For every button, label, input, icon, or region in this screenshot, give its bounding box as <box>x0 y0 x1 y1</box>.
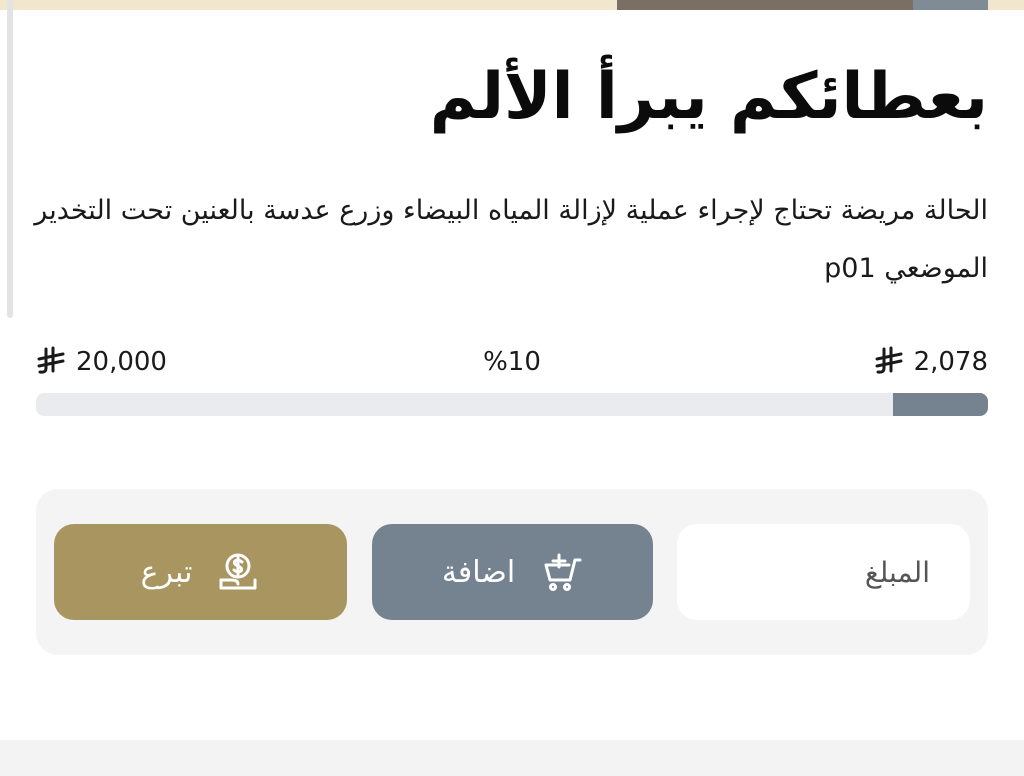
progress-percent: %10 <box>483 347 541 377</box>
raised-amount: 2,078 <box>874 340 988 384</box>
coin-hand-icon <box>219 553 257 590</box>
progress-fill <box>892 393 988 416</box>
scrollbar[interactable] <box>7 0 13 318</box>
campaign-description: الحالة مريضة تحتاج لإجراء عملية لإزالة ا… <box>34 195 988 284</box>
top-strip-segment <box>913 0 988 10</box>
cart-add-icon <box>544 553 582 591</box>
donate-button-label: تبرع <box>140 554 193 590</box>
top-strip-segment <box>617 0 913 10</box>
add-to-cart-button[interactable]: اضافة <box>372 524 653 620</box>
top-strip <box>0 0 1024 10</box>
campaign-title: بعطائكم يبرأ الألم <box>429 60 988 134</box>
progress-bar <box>36 393 988 416</box>
amount-input[interactable] <box>677 524 970 620</box>
raised-value: 2,078 <box>913 347 988 377</box>
donate-button[interactable]: تبرع <box>54 524 347 620</box>
saudi-riyal-icon <box>875 346 903 374</box>
bottom-bar <box>0 740 1024 776</box>
add-button-label: اضافة <box>441 554 516 590</box>
